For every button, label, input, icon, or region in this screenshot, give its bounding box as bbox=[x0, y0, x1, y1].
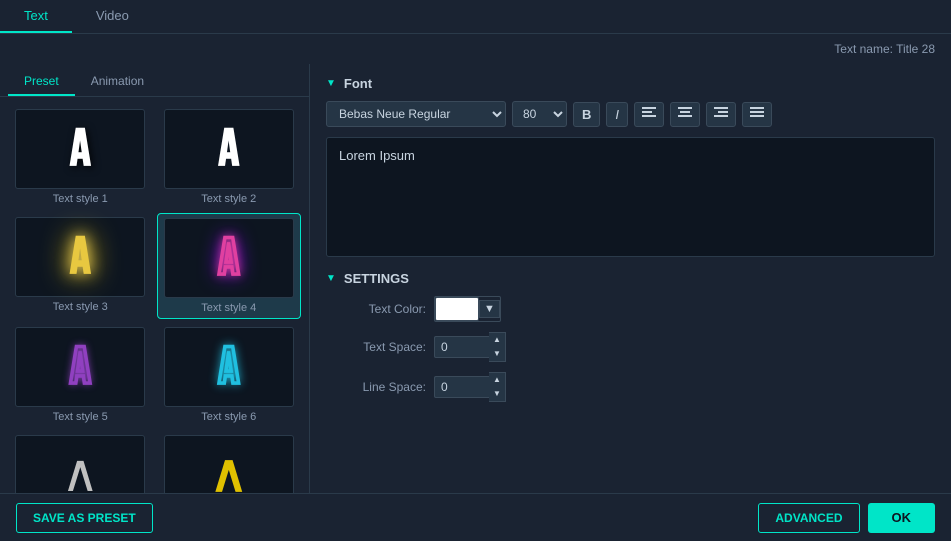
preset-letter-3: A bbox=[70, 226, 91, 289]
preset-item-1[interactable]: A Text style 1 bbox=[8, 105, 153, 209]
preset-thumb-8: ∧ bbox=[164, 435, 294, 493]
text-space-down[interactable]: ▼ bbox=[489, 347, 505, 361]
tab-video[interactable]: Video bbox=[72, 0, 153, 33]
preset-label-5: Text style 5 bbox=[53, 411, 108, 423]
settings-section-header: ▼ SETTINGS bbox=[326, 271, 935, 286]
preset-label-2: Text style 2 bbox=[201, 193, 256, 205]
italic-button[interactable]: I bbox=[606, 102, 628, 127]
text-space-label: Text Space: bbox=[326, 340, 426, 354]
preset-letter-8: ∧ bbox=[210, 444, 248, 494]
text-space-row: Text Space: 0 ▲ ▼ bbox=[326, 332, 935, 362]
align-justify-button[interactable] bbox=[742, 102, 772, 127]
preset-label-3: Text style 3 bbox=[53, 301, 108, 313]
tab-text[interactable]: Text bbox=[0, 0, 72, 33]
presets-grid: A Text style 1 A Text style 2 A Text sty… bbox=[0, 97, 309, 493]
preset-item-8[interactable]: ∧ Text style 8 bbox=[157, 431, 302, 493]
line-space-row: Line Space: 0 ▲ ▼ bbox=[326, 372, 935, 402]
preset-letter-7: ∧ bbox=[61, 444, 99, 494]
line-space-up[interactable]: ▲ bbox=[489, 373, 505, 387]
font-controls: Bebas Neue Regular 80 B I bbox=[326, 101, 935, 127]
align-center-button[interactable] bbox=[670, 102, 700, 127]
font-size-select[interactable]: 80 bbox=[512, 101, 567, 127]
preset-thumb-3: A bbox=[15, 217, 145, 297]
font-section-arrow: ▼ bbox=[326, 78, 336, 89]
line-space-spinner-btns: ▲ ▼ bbox=[489, 372, 506, 402]
bold-button[interactable]: B bbox=[573, 102, 600, 127]
preset-letter-4: A bbox=[218, 227, 239, 290]
preset-thumb-6: A bbox=[164, 327, 294, 407]
text-color-label: Text Color: bbox=[326, 302, 426, 316]
preset-item-3[interactable]: A Text style 3 bbox=[8, 213, 153, 319]
preset-item-5[interactable]: A Text style 5 bbox=[8, 323, 153, 427]
preset-letter-1: A bbox=[70, 118, 91, 181]
text-space-spinner-btns: ▲ ▼ bbox=[489, 332, 506, 362]
text-color-row: Text Color: ▼ bbox=[326, 296, 935, 322]
preset-item-6[interactable]: A Text style 6 bbox=[157, 323, 302, 427]
line-space-spinner: 0 ▲ ▼ bbox=[434, 372, 506, 402]
preset-item-2[interactable]: A Text style 2 bbox=[157, 105, 302, 209]
preset-thumb-1: A bbox=[15, 109, 145, 189]
preset-thumb-7: ∧ bbox=[15, 435, 145, 493]
preset-item-7[interactable]: ∧ Text style 7 bbox=[8, 431, 153, 493]
top-tabs: Text Video bbox=[0, 0, 951, 34]
text-space-up[interactable]: ▲ bbox=[489, 333, 505, 347]
preset-letter-6: A bbox=[218, 336, 239, 399]
preset-thumb-2: A bbox=[164, 109, 294, 189]
text-color-swatch[interactable] bbox=[435, 297, 479, 321]
line-space-down[interactable]: ▼ bbox=[489, 387, 505, 401]
main-layout: Preset Animation A Text style 1 A Text s… bbox=[0, 64, 951, 493]
right-panel: ▼ Font Bebas Neue Regular 80 B I bbox=[310, 64, 951, 493]
ok-button[interactable]: OK bbox=[868, 503, 936, 533]
sub-tabs: Preset Animation bbox=[0, 64, 309, 97]
tab-animation[interactable]: Animation bbox=[75, 68, 160, 96]
line-space-label: Line Space: bbox=[326, 380, 426, 394]
align-right-button[interactable] bbox=[706, 102, 736, 127]
settings-section-arrow: ▼ bbox=[326, 273, 336, 284]
font-section-label: Font bbox=[344, 76, 372, 91]
preset-thumb-5: A bbox=[15, 327, 145, 407]
line-space-input[interactable]: 0 bbox=[434, 376, 489, 398]
tab-preset[interactable]: Preset bbox=[8, 68, 75, 96]
text-name-bar: Text name: Title 28 bbox=[0, 34, 951, 64]
text-name-label: Text name: Title 28 bbox=[834, 42, 935, 56]
save-as-preset-button[interactable]: SAVE AS PRESET bbox=[16, 503, 153, 533]
right-buttons: ADVANCED OK bbox=[758, 503, 935, 533]
preset-item-4[interactable]: A Text style 4 bbox=[157, 213, 302, 319]
left-panel: Preset Animation A Text style 1 A Text s… bbox=[0, 64, 310, 493]
preset-label-1: Text style 1 bbox=[53, 193, 108, 205]
preset-thumb-4: A bbox=[164, 218, 294, 298]
advanced-button[interactable]: ADVANCED bbox=[758, 503, 859, 533]
text-preview[interactable]: Lorem Ipsum bbox=[326, 137, 935, 257]
preset-letter-5: A bbox=[70, 336, 91, 399]
align-left-button[interactable] bbox=[634, 102, 664, 127]
text-space-spinner: 0 ▲ ▼ bbox=[434, 332, 506, 362]
preview-text: Lorem Ipsum bbox=[339, 148, 415, 163]
bottom-bar: SAVE AS PRESET ADVANCED OK bbox=[0, 493, 951, 541]
font-select[interactable]: Bebas Neue Regular bbox=[326, 101, 506, 127]
text-color-dropdown[interactable]: ▼ bbox=[479, 300, 500, 318]
preset-label-4: Text style 4 bbox=[201, 302, 256, 314]
settings-section-label: SETTINGS bbox=[344, 271, 409, 286]
text-space-input[interactable]: 0 bbox=[434, 336, 489, 358]
preset-letter-2: A bbox=[218, 118, 239, 181]
font-section-header: ▼ Font bbox=[326, 76, 935, 91]
preset-label-6: Text style 6 bbox=[201, 411, 256, 423]
